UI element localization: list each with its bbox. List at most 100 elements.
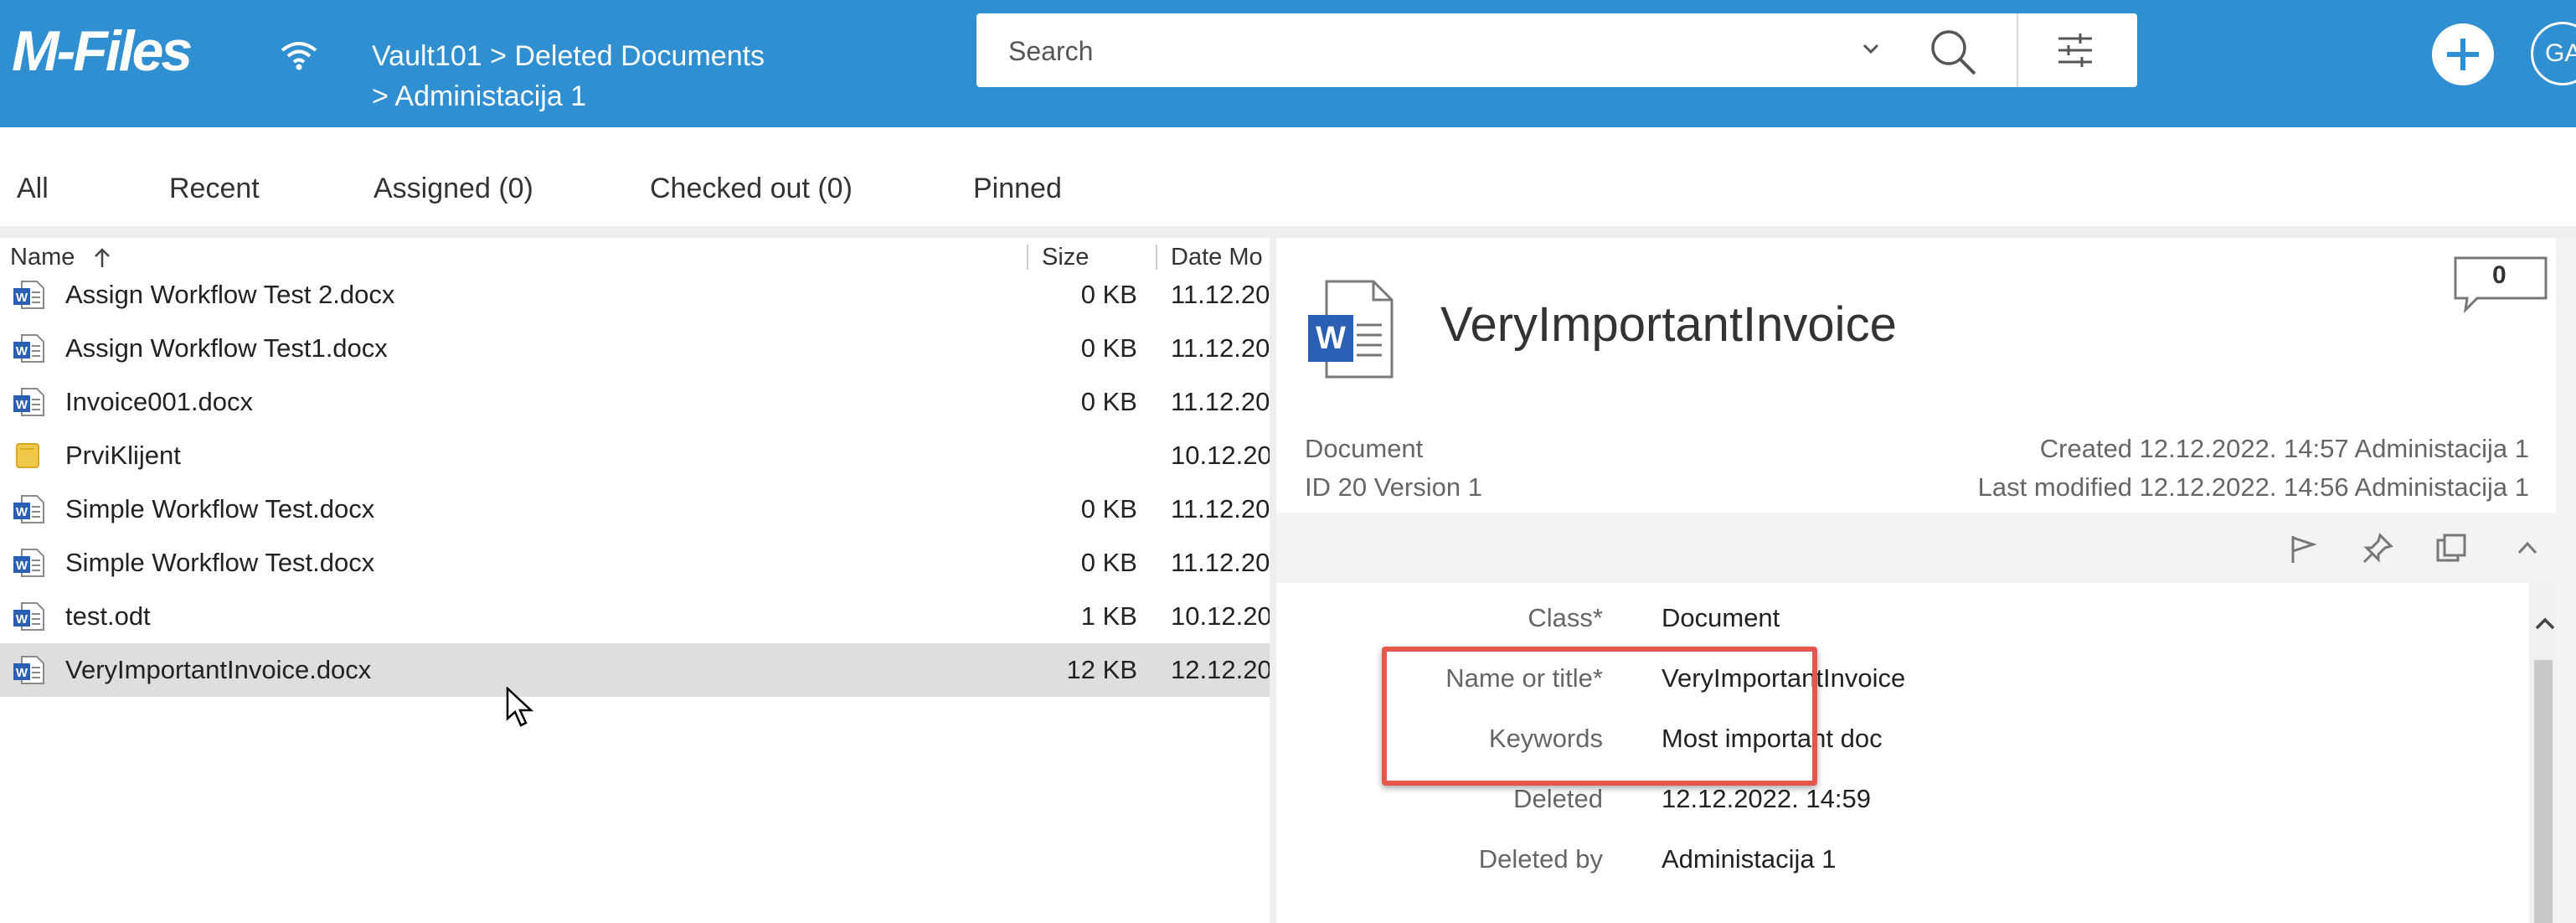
word-file-icon: W [12,494,45,529]
flag-icon[interactable] [2288,533,2318,569]
file-name: Invoice001.docx [65,387,254,416]
file-name: Assign Workflow Test1.docx [65,333,388,363]
pane-splitter[interactable] [1270,238,1276,923]
list-item[interactable]: W Assign Workflow Test 2.docx 0 KB 11.12.20 [0,268,1270,322]
property-label-deleted-by: Deleted by [1478,844,1603,874]
required-marker: * [1592,603,1603,632]
property-value-deleted[interactable]: 12.12.2022. 14:59 [1662,784,1871,814]
file-name: VeryImportantInvoice.docx [65,655,372,684]
svg-text:W: W [16,559,28,573]
search-box [976,13,2137,87]
svg-text:W: W [16,291,28,305]
view-tabs: All Recent Assigned (0) Checked out (0) … [0,127,2576,226]
file-size: 1 KB [1080,601,1137,631]
file-name: Assign Workflow Test 2.docx [65,280,395,309]
file-size: 0 KB [1080,387,1137,416]
property-value-class[interactable]: Document [1662,603,1780,633]
property-label-class: Class* [1276,603,1603,633]
plus-icon [2447,39,2479,70]
file-date: 10.12.20 [1171,441,1270,470]
file-date: 11.12.20 [1171,548,1270,577]
collapse-icon[interactable] [2512,533,2543,567]
metadata-card: W VeryImportantInvoice 0 Document ID 20 … [1276,238,2576,923]
side-panel-strip [2556,238,2576,923]
column-name-label: Name [10,244,75,271]
connection-icon [280,39,318,76]
tab-checked-out[interactable]: Checked out (0) [650,173,853,205]
search-icon[interactable] [1926,25,1980,83]
svg-text:W: W [16,344,28,358]
file-name: Simple Workflow Test.docx [65,548,375,577]
list-item[interactable]: W VeryImportantInvoice.docx 12 KB 12.12.20 [0,643,1270,697]
file-date: 11.12.20 [1171,280,1270,309]
word-file-icon: W [12,601,45,636]
file-date: 11.12.20 [1171,333,1270,363]
search-input[interactable] [1007,28,1847,74]
word-file-icon: W [12,548,45,582]
svg-text:W: W [1316,321,1346,356]
file-date: 10.12.20 [1171,601,1270,631]
file-name: Simple Workflow Test.docx [65,494,375,523]
open-in-new-icon[interactable] [2435,533,2467,569]
file-size: 0 KB [1080,494,1137,523]
deleted-info-highlight [1382,647,1817,786]
tab-recent[interactable]: Recent [169,173,260,205]
list-item[interactable]: PrviKlijent 10.12.20 [0,429,1270,482]
filter-settings-icon[interactable] [2055,30,2095,75]
word-document-icon: W [1305,278,1399,386]
created-info: Created 12.12.2022. 14:57 Administacija … [2039,434,2529,463]
arrow-up-icon [95,248,111,268]
property-value-deleted-by[interactable]: Administacija 1 [1662,844,1836,874]
file-date: 11.12.20 [1171,387,1270,416]
file-size: 0 KB [1080,280,1137,309]
property-label-deleted: Deleted [1513,784,1603,813]
svg-text:W: W [16,666,28,680]
list-item[interactable]: W Simple Workflow Test.docx 0 KB 11.12.20 [0,482,1270,536]
file-size: 12 KB [1066,655,1137,684]
user-avatar[interactable]: GA [2531,22,2576,85]
add-new-button[interactable] [2432,23,2494,85]
svg-text:W: W [16,505,28,519]
list-item[interactable]: W Invoice001.docx 0 KB 11.12.20 [0,375,1270,429]
word-file-icon: W [12,387,45,421]
list-item[interactable]: W Simple Workflow Test.docx 0 KB 11.12.20 [0,536,1270,590]
tab-pinned[interactable]: Pinned [973,173,1062,205]
breadcrumb-path[interactable]: Vault101 > Deleted Documents [372,40,765,73]
file-size: 0 KB [1080,333,1137,363]
comment-count: 0 [2492,261,2506,289]
file-date: 11.12.20 [1171,494,1270,523]
column-separator[interactable] [1027,245,1028,270]
search-divider [2017,13,2018,87]
word-file-icon: W [12,655,45,689]
file-name: PrviKlijent [65,441,181,470]
svg-text:W: W [16,612,28,627]
file-name: test.odt [65,601,151,631]
chevron-down-icon[interactable] [1854,32,1888,70]
file-date: 12.12.20 [1171,655,1270,684]
top-bar: M-Files Vault101 > Deleted Documents > A… [0,0,2576,127]
comments-button[interactable]: 0 [2452,255,2551,317]
column-separator[interactable] [1156,245,1157,270]
metadata-toolbar [1276,513,2556,583]
tab-all[interactable]: All [17,173,49,205]
file-list: Name Size Date Mo W Assign Workflow Test … [0,238,1270,923]
scrollbar-thumb[interactable] [2534,660,2553,923]
word-file-icon: W [12,280,45,314]
breadcrumb-current[interactable]: > Administacija 1 [372,80,586,113]
object-type: Document [1305,434,1424,463]
document-title: VeryImportantInvoice [1440,297,1897,352]
file-size: 0 KB [1080,548,1137,577]
pin-icon[interactable] [2362,533,2393,569]
list-item[interactable]: Wtest.odt 1 KB 10.12.20 [0,590,1270,643]
tabs-separator [0,226,2576,238]
list-item[interactable]: W Assign Workflow Test1.docx 0 KB 11.12.20 [0,322,1270,375]
folder-icon [12,441,45,475]
object-id-version: ID 20 Version 1 [1305,472,1482,502]
m-files-logo[interactable]: M-Files [12,18,193,84]
mouse-cursor-icon [506,686,536,731]
last-modified-info: Last modified 12.12.2022. 14:56 Administ… [1977,472,2529,502]
svg-text:W: W [16,398,28,412]
tab-assigned[interactable]: Assigned (0) [374,173,533,205]
scroll-up-icon[interactable] [2532,611,2558,641]
label-text: Class [1528,603,1593,632]
